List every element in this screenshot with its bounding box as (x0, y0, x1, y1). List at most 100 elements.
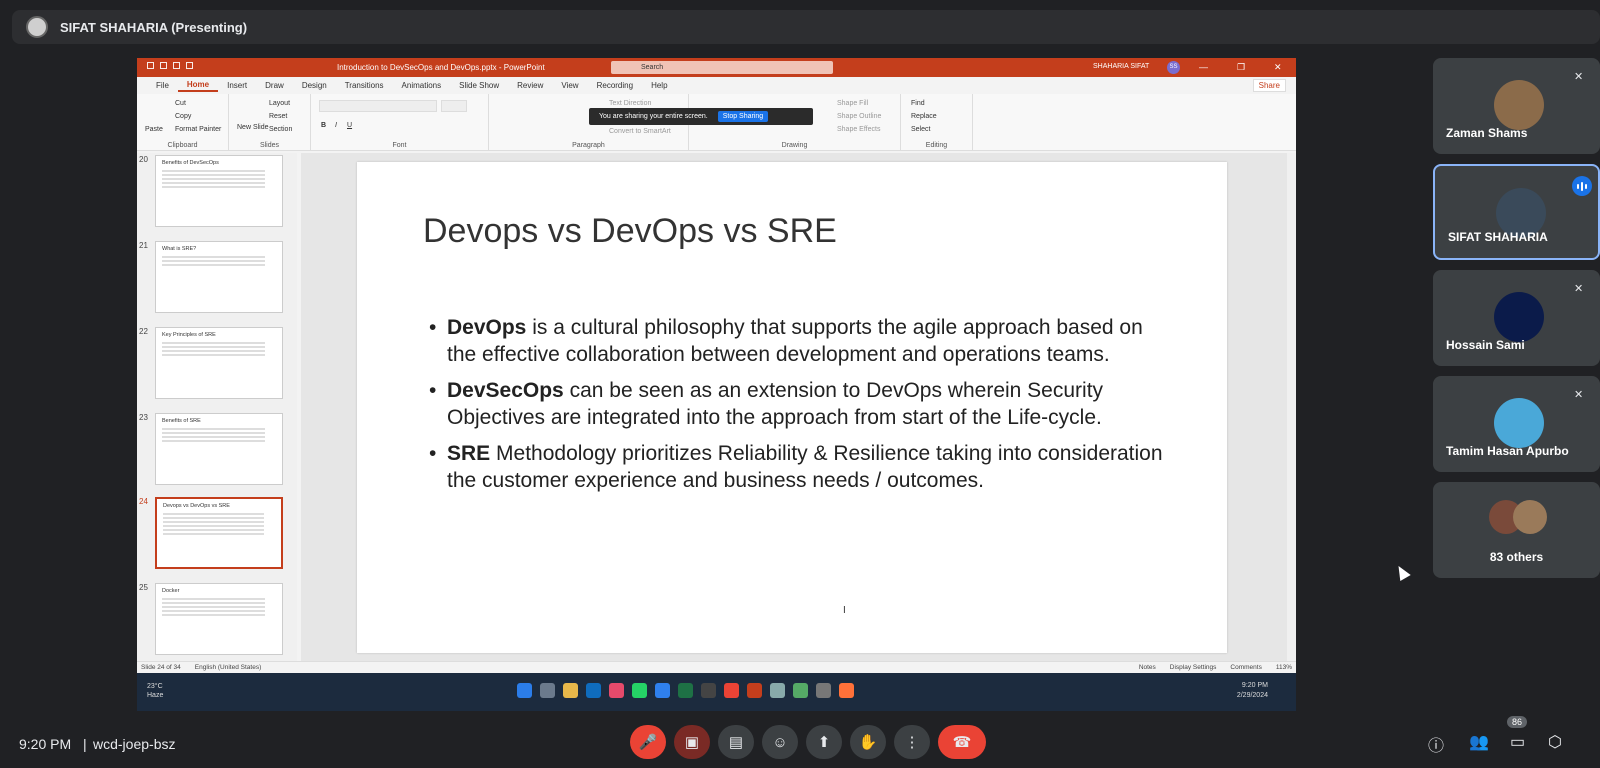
thumbnail-row[interactable]: 20 Benefits of DevSecOps (137, 153, 297, 233)
powerpoint-icon[interactable] (747, 683, 762, 698)
find-button[interactable]: Find (911, 100, 925, 107)
mic-off-button[interactable]: 🎤 (630, 725, 666, 759)
thumbnail-row[interactable]: 25 Docker (137, 581, 297, 661)
share-button[interactable]: Share (1252, 79, 1286, 92)
tab-recording[interactable]: Recording (588, 81, 642, 90)
windows-start-icon[interactable] (517, 683, 532, 698)
undo-icon[interactable] (160, 62, 167, 69)
tab-file[interactable]: File (147, 81, 178, 90)
shape-effects-button[interactable]: Shape Effects (837, 126, 880, 133)
slide-title[interactable]: Devops vs DevOps vs SRE (423, 212, 837, 251)
redo-icon[interactable] (173, 62, 180, 69)
tab-help[interactable]: Help (642, 81, 676, 90)
reset-button[interactable]: Reset (269, 113, 287, 120)
tab-draw[interactable]: Draw (256, 81, 293, 90)
shape-outline-button[interactable]: Shape Outline (837, 113, 881, 120)
user-avatar[interactable]: SS (1167, 61, 1180, 74)
participant-tile-active[interactable]: SIFAT SHAHARIA (1433, 164, 1600, 260)
activities-icon[interactable]: ⬡ (1548, 732, 1562, 752)
section-button[interactable]: Section (269, 126, 292, 133)
current-slide[interactable]: Devops vs DevOps vs SRE DevOps is a cult… (357, 162, 1227, 653)
slide-thumbnail-selected[interactable]: Devops vs DevOps vs SRE (155, 497, 283, 569)
raise-hand-button[interactable]: ✋ (850, 725, 886, 759)
italic-button[interactable]: I (335, 122, 337, 129)
app-icon[interactable] (793, 683, 808, 698)
tab-insert[interactable]: Insert (218, 81, 256, 90)
participant-tile[interactable]: ✕ Hossain Sami (1433, 270, 1600, 366)
tab-review[interactable]: Review (508, 81, 552, 90)
layout-button[interactable]: Layout (269, 100, 290, 107)
font-name-select[interactable] (319, 100, 437, 112)
bold-button[interactable]: B (321, 122, 326, 129)
notes-button[interactable]: Notes (1139, 664, 1156, 671)
more-options-button[interactable]: ⋮ (894, 725, 930, 759)
thumbnail-row[interactable]: 21 What is SRE? (137, 239, 297, 319)
participant-tile[interactable]: ✕ Zaman Shams (1433, 58, 1600, 154)
stop-sharing-button[interactable]: Stop Sharing (717, 111, 769, 122)
thumbnail-row[interactable]: 24 Devops vs DevOps vs SRE (137, 495, 297, 575)
emoji-button[interactable]: ☺ (762, 725, 798, 759)
language-status[interactable]: English (United States) (195, 664, 261, 671)
captions-button[interactable]: ▤ (718, 725, 754, 759)
tab-view[interactable]: View (552, 81, 587, 90)
slide-thumbnail[interactable]: Benefits of DevSecOps (155, 155, 283, 227)
slide-bullets[interactable]: DevOps is a cultural philosophy that sup… (429, 314, 1169, 503)
whatsapp-icon[interactable] (632, 683, 647, 698)
tab-slide-show[interactable]: Slide Show (450, 81, 508, 90)
camera-off-button[interactable]: ▣ (674, 725, 710, 759)
shape-fill-button[interactable]: Shape Fill (837, 100, 868, 107)
people-icon[interactable]: 👥 (1469, 732, 1489, 752)
comments-button[interactable]: Comments (1230, 664, 1261, 671)
tab-home[interactable]: Home (177, 80, 219, 92)
close-icon[interactable]: ✕ (1274, 62, 1282, 73)
underline-button[interactable]: U (347, 122, 352, 129)
slide-thumbnail[interactable]: Benefits of SRE (155, 413, 283, 485)
format-painter-button[interactable]: Format Painter (175, 126, 221, 133)
chat-icon[interactable]: ▭ (1510, 732, 1525, 752)
chrome-icon[interactable] (724, 683, 739, 698)
replace-button[interactable]: Replace (911, 113, 937, 120)
tab-design[interactable]: Design (293, 81, 336, 90)
present-icon[interactable] (186, 62, 193, 69)
weather-widget[interactable]: 23°C Haze (147, 682, 163, 700)
app-icon[interactable] (609, 683, 624, 698)
copy-button[interactable]: Copy (175, 113, 191, 120)
maximize-icon[interactable]: ❐ (1237, 62, 1245, 73)
outlook-icon[interactable] (586, 683, 601, 698)
select-button[interactable]: Select (911, 126, 930, 133)
thumbnail-row[interactable]: 22 Key Principles of SRE (137, 325, 297, 405)
vertical-scrollbar[interactable] (1287, 153, 1296, 661)
thumbnail-row[interactable]: 23 Benefits of SRE (137, 411, 297, 491)
calculator-icon[interactable] (770, 683, 785, 698)
excel-icon[interactable] (678, 683, 693, 698)
save-icon[interactable] (147, 62, 154, 69)
slide-thumbnail[interactable]: What is SRE? (155, 241, 283, 313)
settings-icon[interactable] (816, 683, 831, 698)
convert-smartart-button[interactable]: Convert to SmartArt (609, 128, 671, 135)
paste-button[interactable]: Paste (145, 126, 163, 133)
new-slide-button[interactable]: New Slide (237, 124, 269, 131)
slide-thumbnail[interactable]: Key Principles of SRE (155, 327, 283, 399)
user-name[interactable]: SHAHARIA SIFAT (1093, 63, 1149, 70)
display-settings-button[interactable]: Display Settings (1170, 664, 1217, 671)
tab-animations[interactable]: Animations (393, 81, 451, 90)
present-button[interactable]: ⬆ (806, 725, 842, 759)
firefox-icon[interactable] (839, 683, 854, 698)
search-box[interactable]: Search (611, 61, 833, 74)
zoom-level[interactable]: 113% (1276, 664, 1292, 671)
search-icon[interactable] (540, 683, 555, 698)
vscode-icon[interactable] (655, 683, 670, 698)
file-explorer-icon[interactable] (563, 683, 578, 698)
minimize-icon[interactable]: — (1199, 62, 1208, 72)
font-size-select[interactable] (441, 100, 467, 112)
slide-thumbnail[interactable]: Docker (155, 583, 283, 655)
info-icon[interactable]: ⓘ (1428, 732, 1444, 756)
leave-call-button[interactable]: ☎ (938, 725, 986, 759)
text-direction-button[interactable]: Text Direction (609, 100, 651, 107)
taskbar-clock[interactable]: 9:20 PM 2/29/2024 (1237, 681, 1268, 701)
tab-transitions[interactable]: Transitions (336, 81, 393, 90)
participant-tile[interactable]: ✕ Tamim Hasan Apurbo (1433, 376, 1600, 472)
terminal-icon[interactable] (701, 683, 716, 698)
others-tile[interactable]: 83 others (1433, 482, 1600, 578)
slide-thumbnails[interactable]: 20 Benefits of DevSecOps 21 What is SRE?… (137, 153, 297, 661)
